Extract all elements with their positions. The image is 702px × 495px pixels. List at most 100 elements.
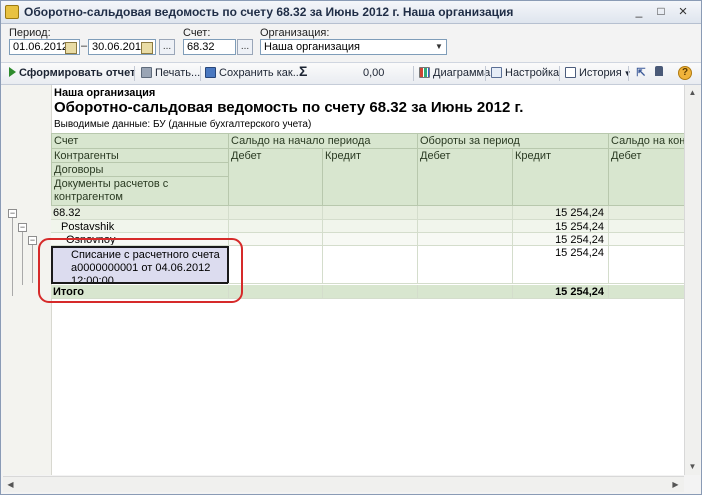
window-title: Оборотно-сальдовая ведомость по счету 68… [24,5,514,19]
row-turnover-credit: 15 254,24 [512,246,609,284]
history-button[interactable]: История▼ [565,66,632,81]
chart-label: Диаграмма [433,67,491,79]
period-start-value: 01.06.2012 [13,41,69,53]
row-turnover-credit: 15 254,24 [512,233,609,246]
row-opening-debit [228,206,323,220]
header-account: Счет [51,133,229,149]
minimize-button[interactable]: _ [631,4,647,19]
save-as-label: Сохранить как... [219,67,302,79]
save-as-button[interactable]: Сохранить как... [205,66,302,81]
toolbar: Сформировать отчет Печать... Сохранить к… [1,62,701,85]
sum-value: 0,00 [363,67,385,79]
collapse-toggle-icon[interactable]: − [28,236,37,245]
period-end-value: 30.06.2012 [92,41,148,53]
period-label: Период: [9,27,51,39]
calendar-icon[interactable] [141,42,153,54]
table-row[interactable]: Postavshik 15 254,24 [51,220,684,233]
tree-line [32,243,33,283]
row-turnover-credit: 15 254,24 [512,220,609,233]
chart-button[interactable]: Диаграмма [419,66,490,81]
export-icon[interactable]: ⇱ [634,66,648,81]
total-turnover-credit: 15 254,24 [512,285,609,299]
play-icon [9,67,16,77]
floppy-disk-icon [205,67,216,78]
row-opening-debit [228,220,323,233]
account-label: Счет: [183,27,211,39]
toolbar-separator [200,66,201,81]
history-label: История [579,67,622,79]
row-account-name: 68.32 [51,206,229,220]
row-opening-credit [322,233,418,246]
sigma-icon[interactable]: Σ [299,64,307,79]
print-button[interactable]: Печать... [141,66,200,81]
toolbar-separator [628,66,629,81]
row-turnover-debit [417,206,513,220]
horizontal-scrollbar[interactable]: ◀ ▶ [3,476,684,492]
row-closing-debit [608,233,684,246]
settings-button[interactable]: Настройка [491,66,559,81]
account-select-button[interactable]: ... [237,39,253,55]
period-select-button[interactable]: ... [159,39,175,55]
account-field[interactable]: 68.32 [183,39,236,55]
total-turnover-debit [417,285,513,299]
close-button[interactable]: × [675,4,691,19]
report-app-icon [5,5,19,19]
header-turnover-debit: Дебет [417,148,513,206]
toolbar-separator [559,66,560,81]
row-opening-credit [322,206,418,220]
generate-report-button[interactable]: Сформировать отчет [9,66,135,81]
printer-icon [141,67,152,78]
scroll-up-icon[interactable]: ▲ [686,86,699,99]
header-counterparties: Контрагенты [51,148,229,163]
total-opening-credit [322,285,418,299]
chart-icon [419,67,430,78]
settings-icon [491,67,502,78]
row-opening-credit [322,246,418,284]
dropdown-arrow-icon[interactable]: ▼ [433,40,445,54]
row-counterparty-name: Postavshik [51,220,229,233]
period-end-field[interactable]: 30.06.2012 [88,39,156,55]
period-dash: – [81,40,88,52]
report-window: Оборотно-сальдовая ведомость по счету 68… [0,0,702,495]
organization-value: Наша организация [264,41,360,53]
scroll-right-icon[interactable]: ▶ [669,478,682,491]
row-closing-debit [608,246,684,284]
title-bar: Оборотно-сальдовая ведомость по счету 68… [1,1,701,24]
organization-select[interactable]: Наша организация ▼ [260,39,447,55]
organization-label: Организация: [260,27,330,39]
header-closing-balance: Сальдо на конец [608,133,684,149]
header-documents: Документы расчетов с контрагентом [51,176,229,206]
header-contracts: Договоры [51,162,229,177]
vertical-scrollbar[interactable]: ▲ ▼ [684,85,700,475]
table-row[interactable]: 68.32 15 254,24 [51,206,684,220]
help-icon[interactable]: ? [678,66,692,80]
header-turnover: Обороты за период [417,133,609,149]
header-opening-debit: Дебет [228,148,323,206]
total-closing-debit [608,285,684,299]
tree-line [22,230,23,285]
row-opening-credit [322,220,418,233]
calendar-icon[interactable] [65,42,77,54]
report-title: Оборотно-сальдовая ведомость по счету 68… [54,99,524,116]
maximize-button[interactable]: □ [653,4,669,19]
report-organization: Наша организация [54,87,156,99]
toolbar-separator [134,66,135,81]
header-turnover-credit: Кредит [512,148,609,206]
tree-line [12,216,13,296]
collapse-toggle-icon[interactable]: − [8,209,17,218]
collapse-toggle-icon[interactable]: − [18,223,27,232]
header-opening-balance: Сальдо на начало периода [228,133,418,149]
generate-report-label: Сформировать отчет [19,67,136,79]
period-start-field[interactable]: 01.06.2012 [9,39,80,55]
print-label: Печать... [155,67,201,79]
row-turnover-debit [417,233,513,246]
scroll-down-icon[interactable]: ▼ [686,460,699,473]
header-closing-debit: Дебет [608,148,684,206]
pin-icon[interactable] [655,66,665,81]
highlight-annotation [38,238,243,303]
history-icon [565,67,576,78]
row-turnover-debit [417,246,513,284]
scroll-left-icon[interactable]: ◀ [4,478,17,491]
header-opening-credit: Кредит [322,148,418,206]
toolbar-separator [485,66,486,81]
